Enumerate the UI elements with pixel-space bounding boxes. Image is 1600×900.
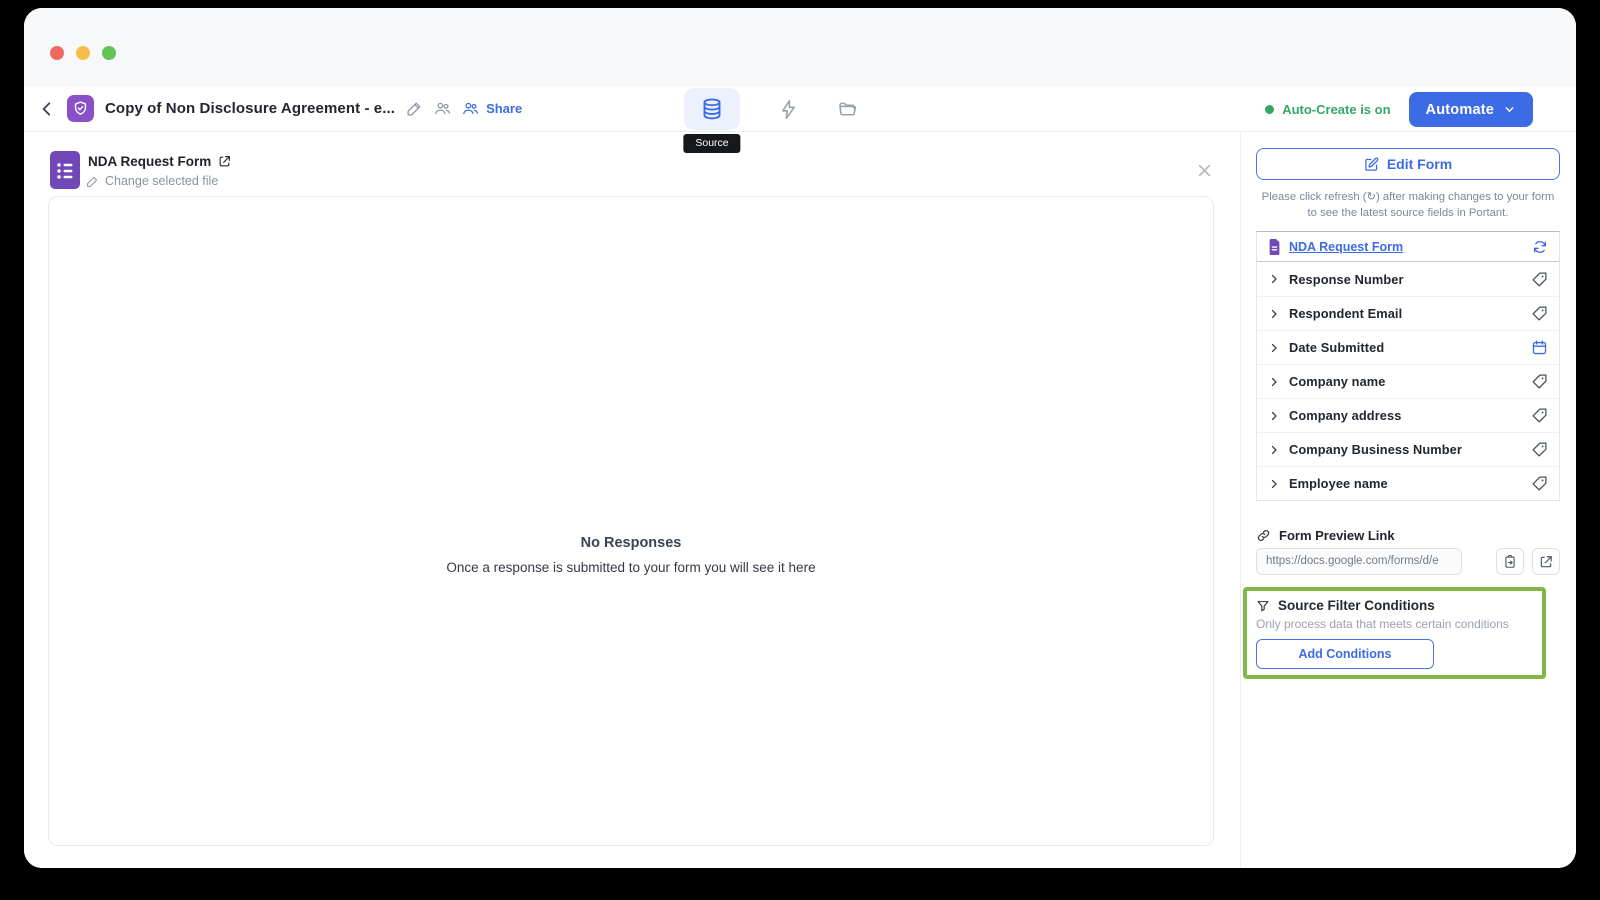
form-preview-url-field[interactable]: https://docs.google.com/forms/d/e: [1256, 548, 1462, 575]
desktop-background: Copy of Non Disclosure Agreement - e... …: [0, 0, 1600, 900]
main-content: NDA Request Form Change selected file No…: [24, 132, 1576, 868]
selected-file-row: NDA Request Form: [88, 154, 231, 169]
filter-section-subtitle: Only process data that meets certain con…: [1256, 617, 1533, 631]
link-chain-icon: [1256, 528, 1271, 543]
rename-pencil-icon[interactable]: [406, 100, 423, 117]
auto-create-status: Auto-Create is on: [1265, 102, 1390, 117]
green-status-dot: [1265, 105, 1274, 114]
tag-icon: [1531, 305, 1548, 322]
tag-icon: [1531, 407, 1548, 424]
refresh-icon[interactable]: [1532, 239, 1548, 255]
source-fields-table: NDA Request Form Response Number Responde…: [1256, 231, 1560, 501]
workflow-badge: [67, 95, 94, 122]
chevron-right-icon[interactable]: [1268, 444, 1280, 456]
tab-outputs-folder-icon[interactable]: [837, 99, 858, 120]
empty-state-subtitle: Once a response is submitted to your for…: [49, 560, 1213, 575]
share-button[interactable]: Share: [486, 101, 522, 116]
source-field-label: Employee name: [1289, 476, 1388, 491]
window-minimize-button[interactable]: [76, 46, 90, 60]
change-selected-file-button[interactable]: Change selected file: [86, 174, 218, 188]
close-icon[interactable]: [1196, 162, 1213, 179]
source-field-label: Response Number: [1289, 272, 1404, 287]
chevron-right-icon[interactable]: [1268, 342, 1280, 354]
back-icon[interactable]: [38, 100, 56, 118]
app-header: Copy of Non Disclosure Agreement - e... …: [24, 85, 1576, 132]
refresh-note: Please click refresh (↻) after making ch…: [1256, 189, 1560, 221]
clipboard-copy-icon: [1503, 555, 1517, 569]
source-field-label: Respondent Email: [1289, 306, 1402, 321]
tag-icon: [1531, 373, 1548, 390]
collaborators-icon[interactable]: [434, 100, 451, 117]
share-users-icon[interactable]: [462, 100, 479, 117]
source-field-label: Date Submitted: [1289, 340, 1384, 355]
funnel-filter-icon: [1256, 599, 1270, 613]
shield-check-icon: [72, 100, 89, 117]
source-field-row-date-submitted[interactable]: Date Submitted: [1257, 330, 1559, 364]
chevron-right-icon[interactable]: [1268, 273, 1280, 285]
tab-source[interactable]: [684, 88, 740, 130]
source-field-label: Company address: [1289, 408, 1401, 423]
window-zoom-button[interactable]: [102, 46, 116, 60]
responses-panel: No Responses Once a response is submitte…: [48, 196, 1214, 846]
automate-button-label: Automate: [1426, 102, 1494, 118]
source-field-row-company-address[interactable]: Company address: [1257, 398, 1559, 432]
source-field-label: Company Business Number: [1289, 442, 1462, 457]
source-form-link[interactable]: NDA Request Form: [1289, 240, 1403, 254]
source-field-row-response-number[interactable]: Response Number: [1257, 262, 1559, 296]
tab-automation-lightning-icon[interactable]: [778, 99, 799, 120]
automate-button[interactable]: Automate: [1409, 92, 1533, 127]
form-doc-icon: [1268, 239, 1281, 255]
google-forms-file-icon: [50, 151, 80, 189]
app-window: Copy of Non Disclosure Agreement - e... …: [24, 8, 1576, 868]
open-file-external-link-icon[interactable]: [218, 155, 231, 168]
selected-file-name: NDA Request Form: [88, 154, 211, 169]
change-selected-file-label: Change selected file: [105, 174, 218, 188]
empty-state: No Responses Once a response is submitte…: [49, 535, 1213, 575]
workflow-nav: [684, 88, 858, 130]
chevron-right-icon[interactable]: [1268, 410, 1280, 422]
workflow-title: Copy of Non Disclosure Agreement - e...: [105, 100, 395, 117]
panel-divider: [1240, 132, 1241, 868]
chevron-right-icon[interactable]: [1268, 376, 1280, 388]
chevron-right-icon[interactable]: [1268, 478, 1280, 490]
window-close-button[interactable]: [50, 46, 64, 60]
source-field-row-respondent-email[interactable]: Respondent Email: [1257, 296, 1559, 330]
window-controls: [50, 46, 116, 60]
copy-link-button[interactable]: [1496, 548, 1524, 575]
add-conditions-button[interactable]: Add Conditions: [1256, 639, 1434, 669]
tag-icon: [1531, 271, 1548, 288]
auto-create-status-label: Auto-Create is on: [1282, 102, 1390, 117]
window-titlebar: [24, 8, 1576, 85]
source-field-label: Company name: [1289, 374, 1386, 389]
open-link-button[interactable]: [1532, 548, 1560, 575]
edit-form-button-label: Edit Form: [1387, 156, 1452, 172]
chevron-right-icon[interactable]: [1268, 308, 1280, 320]
header-left: Copy of Non Disclosure Agreement - e... …: [38, 86, 522, 131]
pencil-icon: [86, 175, 99, 188]
form-preview-link-header: Form Preview Link: [1256, 528, 1395, 543]
source-form-row: NDA Request Form: [1257, 232, 1559, 262]
header-right: Auto-Create is on Automate: [1265, 92, 1533, 127]
edit-pencil-square-icon: [1364, 157, 1379, 172]
source-fields-list: Response Number Respondent Email Date Subm…: [1257, 262, 1559, 500]
filter-section-header: Source Filter Conditions: [1256, 598, 1533, 613]
external-link-icon: [1539, 555, 1553, 569]
source-field-row-company-business-number[interactable]: Company Business Number: [1257, 432, 1559, 466]
empty-state-title: No Responses: [49, 535, 1213, 551]
chevron-down-icon: [1503, 103, 1516, 116]
source-field-row-employee-name[interactable]: Employee name: [1257, 466, 1559, 500]
source-tooltip: Source: [683, 134, 740, 153]
edit-form-button[interactable]: Edit Form: [1256, 148, 1560, 180]
tag-icon: [1531, 475, 1548, 492]
form-preview-link-label: Form Preview Link: [1279, 528, 1395, 543]
source-filter-conditions-section: Source Filter Conditions Only process da…: [1243, 587, 1546, 679]
source-field-row-company-name[interactable]: Company name: [1257, 364, 1559, 398]
database-icon: [700, 97, 724, 121]
tag-icon: [1531, 441, 1548, 458]
filter-section-title: Source Filter Conditions: [1278, 598, 1435, 613]
calendar-icon: [1531, 339, 1548, 356]
